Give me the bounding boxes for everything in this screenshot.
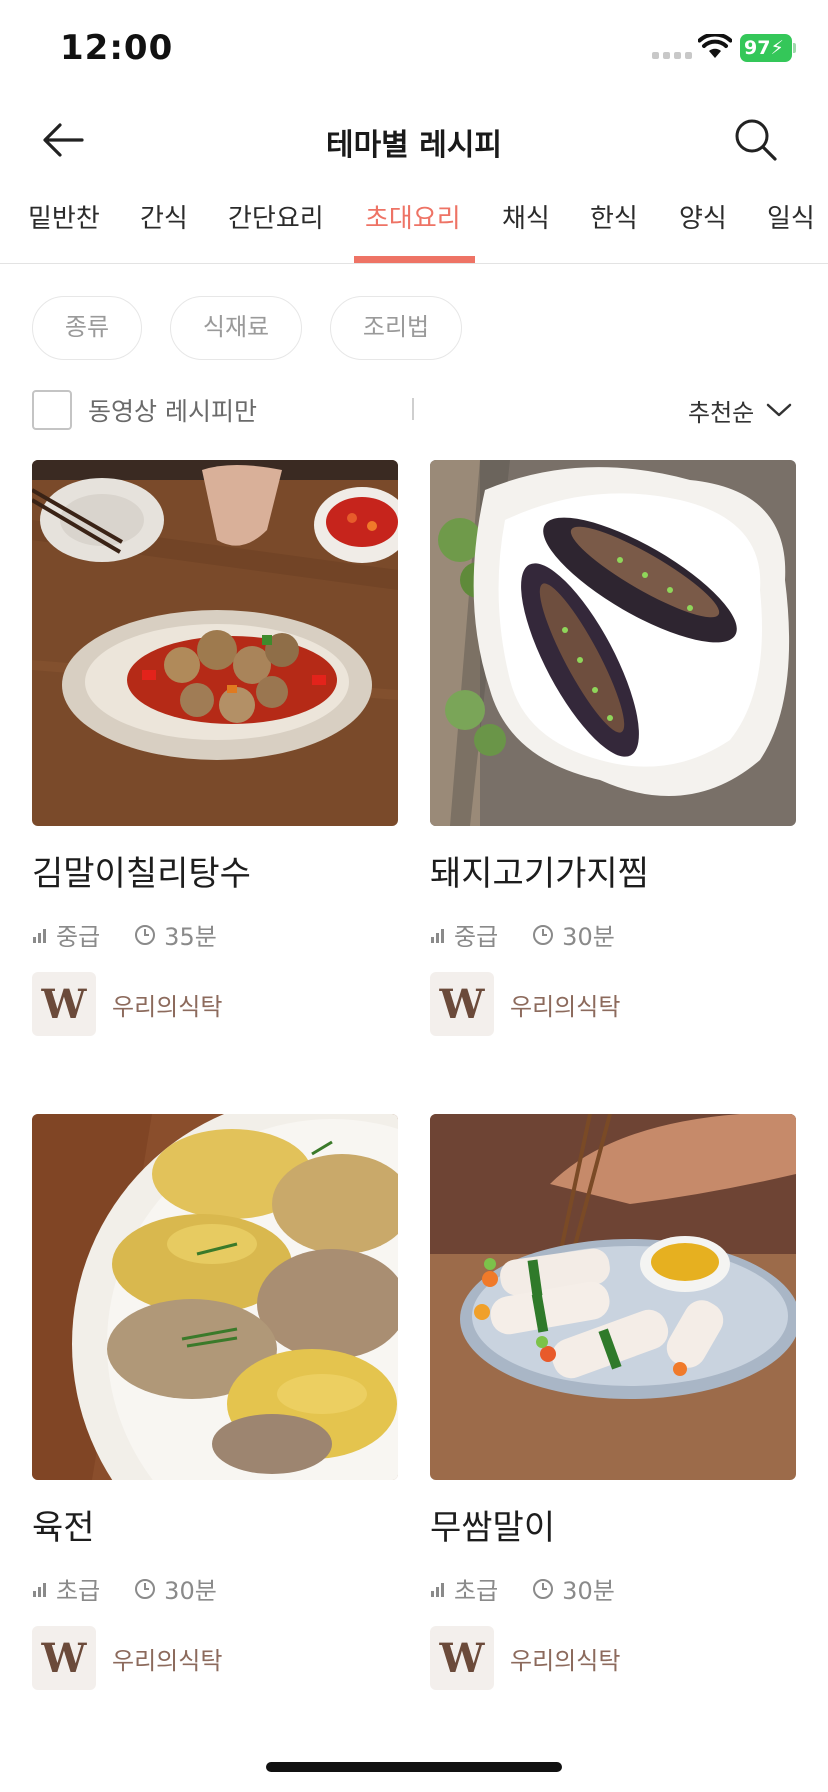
recipe-card[interactable]: 돼지고기가지찜 중급 30분 W 우리의식탁 xyxy=(430,460,796,1036)
author-name: 우리의식탁 xyxy=(510,992,621,1021)
search-icon xyxy=(735,119,777,161)
tab-vegetarian[interactable]: 채식 xyxy=(502,198,550,235)
recipe-image[interactable] xyxy=(430,460,796,826)
tab-simple-cooking[interactable]: 간단요리 xyxy=(228,198,324,235)
difficulty-bars-icon xyxy=(33,1582,46,1597)
search-button[interactable] xyxy=(730,114,782,166)
difficulty-bars-icon xyxy=(33,928,46,943)
recipe-title[interactable]: 김말이칠리탕수 xyxy=(32,846,398,895)
difficulty-bars-icon xyxy=(431,1582,444,1597)
recipe-card[interactable]: 김말이칠리탕수 중급 35분 W 우리의식탁 xyxy=(32,460,398,1036)
recipe-title[interactable]: 돼지고기가지찜 xyxy=(430,846,796,895)
tab-western[interactable]: 양식 xyxy=(679,198,727,235)
tab-korean[interactable]: 한식 xyxy=(590,198,638,235)
sort-label: 추천순 xyxy=(688,398,755,427)
chili-sweet-sour-dish-photo xyxy=(32,460,398,826)
difficulty: 중급 xyxy=(430,917,498,952)
cook-time: 30분 xyxy=(532,1571,615,1606)
stuffed-eggplant-photo xyxy=(430,460,796,826)
sort-dropdown[interactable]: 추천순 xyxy=(688,390,792,430)
filter-method-chip[interactable]: 조리법 xyxy=(330,296,462,360)
tab-japanese[interactable]: 일식 xyxy=(767,198,815,235)
clock-icon xyxy=(533,1578,554,1599)
recipe-meta: 초급 30분 xyxy=(32,1571,398,1606)
cook-time-label: 30분 xyxy=(562,923,615,951)
home-indicator xyxy=(266,1762,562,1772)
recipe-image[interactable] xyxy=(430,1114,796,1480)
cellular-signal-icon xyxy=(652,52,692,59)
tab-snacks[interactable]: 간식 xyxy=(140,198,188,235)
recipe-title[interactable]: 무쌈말이 xyxy=(430,1500,796,1549)
clock-icon xyxy=(135,924,156,945)
beef-pancake-photo xyxy=(32,1114,398,1480)
recipe-meta: 초급 30분 xyxy=(430,1571,796,1606)
author-logo: W xyxy=(430,1626,494,1690)
category-tabs: 밑반찬 간식 간단요리 초대요리 채식 한식 양식 일식 xyxy=(0,190,828,264)
difficulty: 초급 xyxy=(32,1571,100,1606)
cook-time-label: 35분 xyxy=(164,923,217,951)
recipe-author[interactable]: W 우리의식탁 xyxy=(32,972,398,1036)
recipe-author[interactable]: W 우리의식탁 xyxy=(430,972,796,1036)
battery-level: 97 xyxy=(744,37,771,59)
cook-time: 35분 xyxy=(134,917,217,952)
video-only-label[interactable]: 동영상 레시피만 xyxy=(88,392,257,428)
recipe-meta: 중급 30분 xyxy=(430,917,796,952)
clock-icon xyxy=(533,924,554,945)
author-name: 우리의식탁 xyxy=(510,1646,621,1675)
tab-party-cooking[interactable]: 초대요리 xyxy=(365,198,461,235)
navigation-bar: 테마별 레시피 xyxy=(0,100,828,180)
author-logo: W xyxy=(32,972,96,1036)
battery-cap xyxy=(793,43,796,53)
status-time: 12:00 xyxy=(60,28,174,68)
author-logo: W xyxy=(32,1626,96,1690)
video-only-checkbox[interactable] xyxy=(32,390,72,430)
wifi-icon xyxy=(698,34,732,58)
author-logo: W xyxy=(430,972,494,1036)
difficulty-label: 초급 xyxy=(56,1577,101,1605)
difficulty-label: 초급 xyxy=(454,1577,499,1605)
recipe-card[interactable]: 육전 초급 30분 W 우리의식탁 xyxy=(32,1114,398,1690)
radish-wrap-roll-photo xyxy=(430,1114,796,1480)
status-bar: 12:00 97⚡ xyxy=(0,0,828,100)
author-name: 우리의식탁 xyxy=(112,1646,223,1675)
recipe-author[interactable]: W 우리의식탁 xyxy=(32,1626,398,1690)
recipe-author[interactable]: W 우리의식탁 xyxy=(430,1626,796,1690)
clock-icon xyxy=(135,1578,156,1599)
tab-side-dishes[interactable]: 밑반찬 xyxy=(28,198,100,235)
recipe-image[interactable] xyxy=(32,460,398,826)
difficulty-label: 중급 xyxy=(56,923,101,951)
cook-time-label: 30분 xyxy=(562,1577,615,1605)
recipe-card[interactable]: 무쌈말이 초급 30분 W 우리의식탁 xyxy=(430,1114,796,1690)
cook-time-label: 30분 xyxy=(164,1577,217,1605)
recipe-meta: 중급 35분 xyxy=(32,917,398,952)
battery-icon: 97⚡ xyxy=(740,34,792,62)
filter-type-chip[interactable]: 종류 xyxy=(32,296,142,360)
recipe-title[interactable]: 육전 xyxy=(32,1500,398,1549)
author-name: 우리의식탁 xyxy=(112,992,223,1021)
cook-time: 30분 xyxy=(134,1571,217,1606)
difficulty-bars-icon xyxy=(431,928,444,943)
recipe-image[interactable] xyxy=(32,1114,398,1480)
recipe-theme-screen: 12:00 97⚡ 테마별 레시피 밑반찬 간식 간단요리 초대요리 채식 한식… xyxy=(0,0,828,1792)
cook-time: 30분 xyxy=(532,917,615,952)
filter-ingredient-chip[interactable]: 식재료 xyxy=(170,296,302,360)
active-tab-indicator xyxy=(354,256,475,263)
options-divider xyxy=(412,398,414,420)
difficulty-label: 중급 xyxy=(454,923,499,951)
chevron-down-icon xyxy=(767,403,792,417)
difficulty: 중급 xyxy=(32,917,100,952)
difficulty: 초급 xyxy=(430,1571,498,1606)
page-title: 테마별 레시피 xyxy=(325,128,503,163)
